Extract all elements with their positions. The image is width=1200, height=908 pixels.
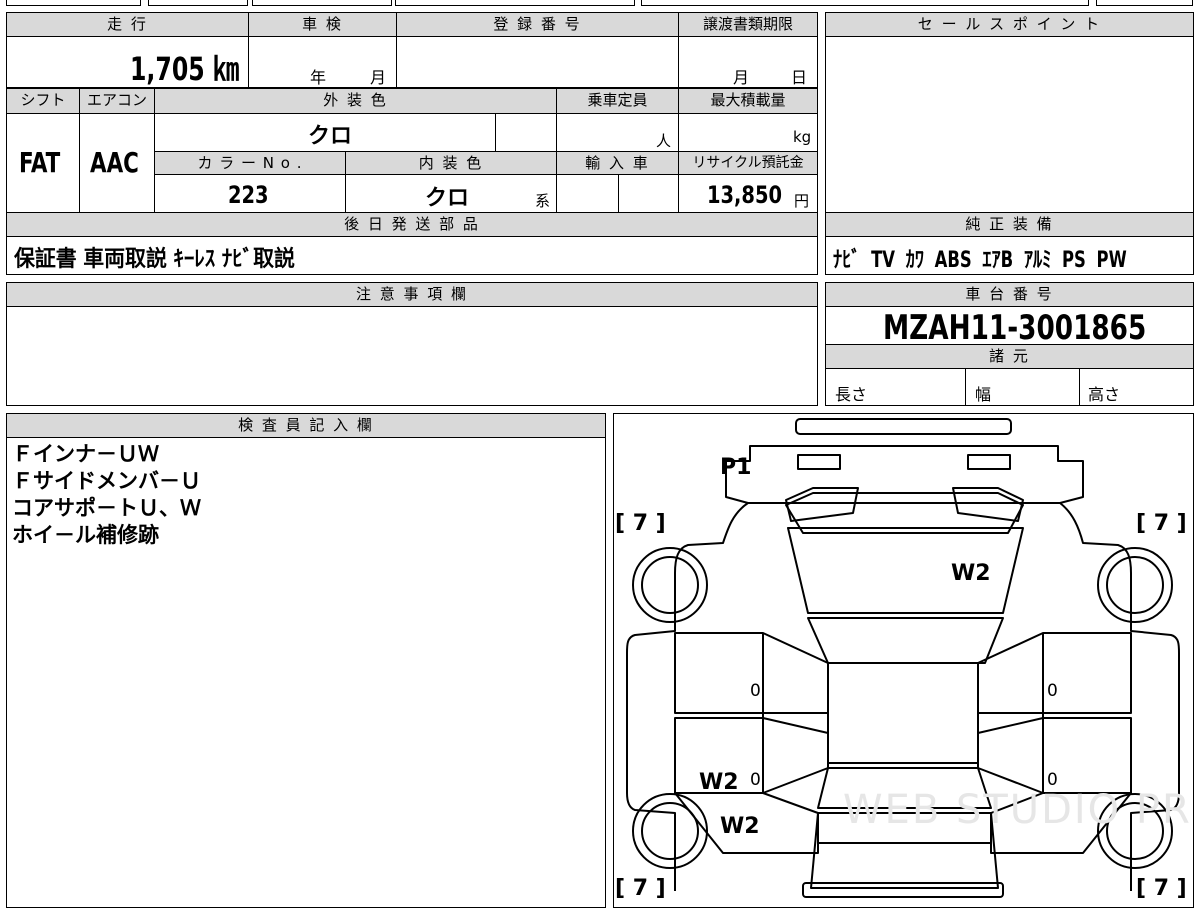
inspection-month-unit: 月 xyxy=(370,68,387,87)
recycle-fee-value: 13,850 xyxy=(707,181,782,209)
later-items-value: 保証書 車両取説 ｷｰﾚｽ ﾅﾋﾞ取説 xyxy=(14,247,295,272)
import-cell-a xyxy=(556,174,619,213)
interior-color-value: クロ xyxy=(425,186,470,211)
inspector-line: Ｆサイドメンバ－Ｕ xyxy=(12,469,201,493)
specs-length-label: 長さ xyxy=(835,385,868,404)
inspector-line: Ｆインナ－ＵＷ xyxy=(12,442,159,466)
sales-point-header: セ ー ル ス ポ イ ン ト xyxy=(825,12,1194,37)
mark-tire-br: [ 7 ] xyxy=(1136,876,1187,900)
top-cutoff-strip xyxy=(0,0,1200,6)
exterior-color-value: クロ xyxy=(308,124,353,149)
mileage-value: 1,705 ㎞ xyxy=(130,50,240,88)
inspection-year-unit: 年 xyxy=(310,68,327,87)
exterior-color-header: 外 装 色 xyxy=(154,88,557,114)
genuine-equipment-value: ﾅﾋﾞ TV ｶﾜ ABS ｴｱB ｱﾙﾐ PS PW xyxy=(833,248,1127,273)
wheel-front-left-inner xyxy=(641,556,699,614)
inspection-header: 車 検 xyxy=(248,12,397,37)
mark-w2-rear: W2 xyxy=(720,814,760,839)
inspector-line: コアサポ－トＵ、Ｗ xyxy=(12,496,201,520)
registration-cell xyxy=(396,36,679,88)
registration-header: 登 録 番 号 xyxy=(396,12,679,37)
headlight-left xyxy=(797,454,841,470)
capacity-header: 乗車定員 xyxy=(556,88,679,114)
later-items-header: 後 日 発 送 部 品 xyxy=(6,212,818,237)
mark-w2-door: W2 xyxy=(699,770,739,795)
inspector-header: 検 査 員 記 入 欄 xyxy=(6,413,606,438)
mark-tire-tl: [ 7 ] xyxy=(615,511,666,536)
wheel-front-left xyxy=(632,547,708,623)
wheel-front-right-inner xyxy=(1106,556,1164,614)
inspector-lines: Ｆインナ－ＵＷ Ｆサイドメンバ－Ｕ コアサポ－トＵ、Ｗ ホイ－ル補修跡 xyxy=(12,441,201,549)
genuine-equipment-header: 純 正 装 備 xyxy=(825,212,1194,237)
car-diagram: WEB STUDIO PRO P1 W2 W2 W2 [ 7 ] [ 7 ] [… xyxy=(615,418,1194,900)
specs-height-label: 高さ xyxy=(1088,385,1121,404)
recycle-fee-header: リサイクル預託金 xyxy=(678,151,818,175)
color-no-value: 223 xyxy=(228,181,269,209)
mark-tire-bl: [ 7 ] xyxy=(615,876,666,900)
max-load-unit: kg xyxy=(793,128,812,146)
mark-p1: P1 xyxy=(720,455,751,480)
exterior-color-extra-cell xyxy=(495,113,557,152)
front-bumper-strip xyxy=(795,418,1012,435)
transfer-deadline-header: 譲渡書類期限 xyxy=(678,12,818,37)
transfer-month-unit: 月 xyxy=(733,68,750,87)
shift-header: シフト xyxy=(6,88,80,114)
max-load-header: 最大積載量 xyxy=(678,88,818,114)
mark-tire-tr: [ 7 ] xyxy=(1136,511,1187,536)
door-front-left xyxy=(674,632,829,714)
rear-bumper xyxy=(802,882,1004,898)
interior-color-suffix: 系 xyxy=(535,192,551,210)
import-header: 輸 入 車 xyxy=(556,151,679,175)
watermark: WEB STUDIO PRO xyxy=(843,787,1194,833)
shift-value: FAT xyxy=(19,146,61,179)
capacity-unit: 人 xyxy=(656,132,672,150)
chassis-no-value: MZAH11-3001865 xyxy=(883,308,1147,348)
front-panel xyxy=(725,445,1084,504)
color-no-header: カ ラ ー N o . xyxy=(154,151,346,175)
roof-panel xyxy=(827,662,979,764)
mark-zero: 0 xyxy=(750,681,761,701)
headlight-right xyxy=(967,454,1011,470)
recycle-fee-unit: 円 xyxy=(794,192,810,210)
mark-zero: 0 xyxy=(1047,681,1058,701)
specs-width-label: 幅 xyxy=(975,385,992,404)
aircon-value: AAC xyxy=(90,146,139,179)
chassis-no-header: 車 台 番 号 xyxy=(825,282,1194,307)
interior-color-header: 内 装 色 xyxy=(345,151,557,175)
notes-header: 注 意 事 項 欄 xyxy=(6,282,818,307)
mark-zero: 0 xyxy=(1047,770,1058,790)
mileage-header: 走 行 xyxy=(6,12,249,37)
wheel-front-right xyxy=(1097,547,1173,623)
transfer-day-unit: 日 xyxy=(791,68,808,87)
mark-w2-hood: W2 xyxy=(951,561,991,586)
mark-zero: 0 xyxy=(750,770,761,790)
aircon-header: エアコン xyxy=(79,88,155,114)
import-cell-b xyxy=(618,174,679,213)
wheel-rear-left xyxy=(632,793,708,869)
specs-header: 諸 元 xyxy=(825,344,1194,369)
inspector-line: ホイ－ル補修跡 xyxy=(12,523,159,547)
door-front-right xyxy=(977,632,1132,714)
wheel-rear-left-inner xyxy=(641,802,699,860)
windshield xyxy=(807,617,1004,664)
